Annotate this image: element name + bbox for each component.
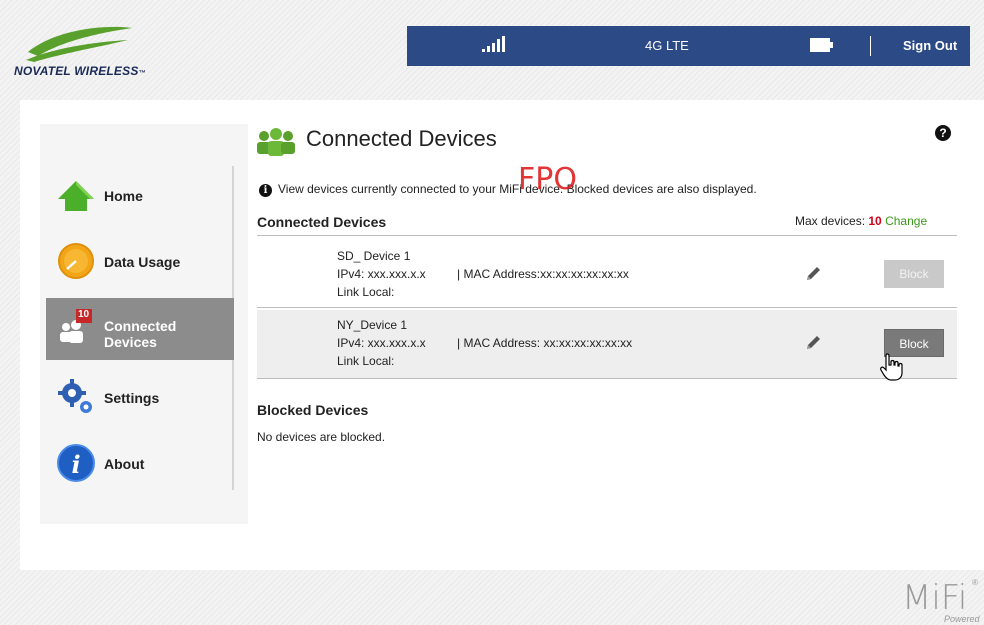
device-link-local: Link Local: xyxy=(337,354,395,368)
change-max-devices-link[interactable]: Change xyxy=(885,214,927,228)
battery-icon xyxy=(810,38,834,52)
max-devices-label: Max devices: xyxy=(795,214,866,228)
connected-count-badge: 10 xyxy=(78,309,90,320)
connected-devices-icon: 10 xyxy=(56,307,96,347)
novatel-logo: NOVATEL WIRELESS™ xyxy=(14,22,164,82)
sidebar-item-label: Data Usage xyxy=(104,254,181,270)
header: NOVATEL WIRELESS™ 4G LTE Sign Out xyxy=(0,0,984,100)
sidebar-item-label-line2: Devices xyxy=(104,334,157,350)
hand-cursor-icon xyxy=(879,352,905,387)
device-row: NY_Device 1 IPv4: xxx.xxx.x.x | MAC Addr… xyxy=(257,310,957,378)
mifi-registered-mark: ® xyxy=(972,578,978,587)
sidebar-item-connected-devices[interactable]: 10 Connected Devices xyxy=(46,298,234,360)
sign-out-link[interactable]: Sign Out xyxy=(903,38,957,53)
divider xyxy=(257,307,957,308)
home-icon xyxy=(56,175,96,215)
device-name: SD_ Device 1 xyxy=(337,249,411,263)
device-ip: IPv4: xxx.xxx.x.x xyxy=(337,267,426,281)
settings-icon xyxy=(56,377,96,417)
page-title: Connected Devices xyxy=(306,126,497,151)
connected-devices-heading: Connected Devices xyxy=(257,214,387,230)
sidebar-item-label: Settings xyxy=(104,390,160,406)
mifi-logo: MiFi xyxy=(902,578,968,618)
sidebar-item-about[interactable]: i About xyxy=(46,434,234,492)
device-mac: | MAC Address:xx:xx:xx:xx:xx:xx xyxy=(457,267,629,281)
divider xyxy=(257,378,957,379)
network-type: 4G LTE xyxy=(645,38,689,53)
edit-pencil-icon[interactable] xyxy=(804,334,822,357)
topbar-divider xyxy=(870,36,871,56)
mifi-powered: Powered xyxy=(944,614,980,624)
max-devices-count: 10 xyxy=(868,214,882,228)
help-icon[interactable]: ? xyxy=(935,125,951,141)
block-button[interactable]: Block xyxy=(884,260,944,288)
sidebar-item-home[interactable]: Home xyxy=(46,166,234,224)
sidebar-item-data-usage[interactable]: Data Usage xyxy=(46,232,234,290)
logo-text: NOVATEL WIRELESS™ xyxy=(14,64,146,78)
main-panel: Home Data Usage 10 Connected Devices Set… xyxy=(20,100,984,570)
device-name: NY_Device 1 xyxy=(337,318,408,332)
signal-bars-icon xyxy=(482,36,506,55)
device-link-local: Link Local: xyxy=(337,285,395,299)
edit-pencil-icon[interactable] xyxy=(804,265,822,288)
sidebar-item-label: Home xyxy=(104,188,143,204)
svg-text:i: i xyxy=(71,450,80,479)
sidebar-item-label: About xyxy=(104,456,145,472)
max-devices: Max devices: 10 Change xyxy=(795,214,927,228)
data-usage-icon xyxy=(56,241,96,281)
top-status-bar: 4G LTE Sign Out xyxy=(407,26,970,66)
about-icon: i xyxy=(56,443,96,483)
device-ip: IPv4: xxx.xxx.x.x xyxy=(337,336,426,350)
info-icon: i xyxy=(259,184,272,197)
device-row: SD_ Device 1 IPv4: xxx.xxx.x.x | MAC Add… xyxy=(257,241,957,305)
blocked-devices-empty: No devices are blocked. xyxy=(257,430,386,444)
blocked-devices-heading: Blocked Devices xyxy=(257,402,369,418)
sidebar-item-settings[interactable]: Settings xyxy=(46,368,234,426)
fpo-watermark: FPO xyxy=(518,162,577,197)
sidebar-item-label: Connected Devices xyxy=(104,318,176,350)
connected-devices-title-icon xyxy=(256,128,296,161)
sidebar-item-label-line1: Connected xyxy=(104,318,177,334)
divider xyxy=(257,235,957,236)
device-mac: | MAC Address: xx:xx:xx:xx:xx:xx xyxy=(457,336,633,350)
